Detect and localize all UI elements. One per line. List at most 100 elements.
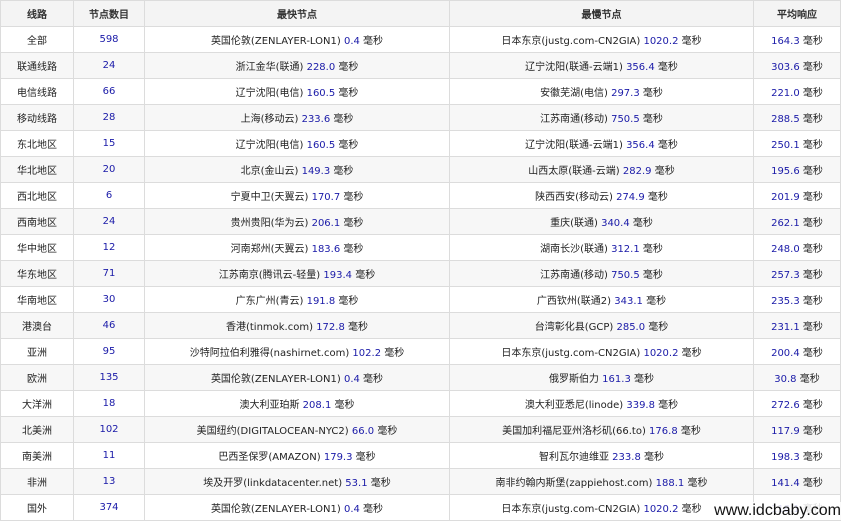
cell-fastest: 香港(tinmok.com) 172.8 毫秒 <box>144 312 450 339</box>
cell-slowest: 江苏南通(移动) 750.5 毫秒 <box>449 260 754 287</box>
slowest-node-ms: 188.1 <box>655 478 685 489</box>
cell-fastest: 埃及开罗(linkdatacenter.net) 53.1 毫秒 <box>144 468 450 495</box>
slowest-node-name: 辽宁沈阳(联通-云端1) <box>525 140 623 151</box>
cell-count: 6 <box>73 182 145 209</box>
cell-fastest: 英国伦敦(ZENLAYER-LON1) 0.4 毫秒 <box>144 26 450 53</box>
route-label: 北美洲 <box>22 426 52 437</box>
average-ms: 303.6 <box>771 62 800 73</box>
slowest-node-ms: 285.0 <box>616 322 646 333</box>
node-count: 66 <box>102 86 116 97</box>
node-count: 95 <box>102 346 116 357</box>
slowest-node-ms: 176.8 <box>649 426 678 437</box>
unit-label: 毫秒 <box>802 270 823 281</box>
slowest-node-name: 日本东京(justg.com-CN2GIA) <box>501 36 641 47</box>
slowest-node-name: 智利瓦尔迪维亚 <box>538 452 609 463</box>
node-count: 28 <box>102 112 116 123</box>
cell-route: 华南地区 <box>0 286 74 313</box>
table-row: 电信线路 66 辽宁沈阳(电信) 160.5 毫秒 安徽芜湖(电信) 297.3 毫秒… <box>0 78 841 105</box>
unit-label: 毫秒 <box>333 114 354 125</box>
header-fastest: 最快节点 <box>144 0 450 27</box>
slowest-node-ms: 1020.2 <box>643 348 679 359</box>
slowest-node-ms: 1020.2 <box>643 36 679 47</box>
cell-count: 135 <box>73 364 145 391</box>
unit-label: 毫秒 <box>647 192 668 203</box>
cell-route: 大洋洲 <box>0 390 74 417</box>
cell-slowest: 澳大利亚悉尼(linode) 339.8 毫秒 <box>449 390 754 417</box>
average-ms: 200.4 <box>771 348 800 359</box>
cell-count: 374 <box>73 494 145 521</box>
slowest-node-ms: 1020.2 <box>643 504 679 515</box>
unit-label: 毫秒 <box>802 114 823 125</box>
route-label: 港澳台 <box>22 322 52 333</box>
unit-label: 毫秒 <box>355 452 376 463</box>
cell-average: 272.6 毫秒 <box>753 390 841 417</box>
slowest-node-name: 日本东京(justg.com-CN2GIA) <box>501 348 641 359</box>
cell-slowest: 陕西西安(移动云) 274.9 毫秒 <box>449 182 754 209</box>
unit-label: 毫秒 <box>802 140 823 151</box>
table-row: 亚洲 95 沙特阿拉伯利雅得(nashirnet.com) 102.2 毫秒 日本东京… <box>0 338 841 365</box>
unit-label: 毫秒 <box>648 322 669 333</box>
table-row: 联通线路 24 浙江金华(联通) 228.0 毫秒 辽宁沈阳(联通-云端1) 356.… <box>0 52 841 79</box>
slowest-node-name: 辽宁沈阳(联通-云端1) <box>525 62 623 73</box>
cell-slowest: 南非约翰内斯堡(zappiehost.com) 188.1 毫秒 <box>449 468 754 495</box>
cell-slowest: 美国加利福尼亚州洛杉矶(66.to) 176.8 毫秒 <box>449 416 754 443</box>
cell-average: 303.6 毫秒 <box>753 52 841 79</box>
unit-label: 毫秒 <box>802 218 823 229</box>
unit-label: 毫秒 <box>799 374 820 385</box>
cell-route: 北美洲 <box>0 416 74 443</box>
table-row: 华中地区 12 河南郑州(天翼云) 183.6 毫秒 湖南长沙(联通) 312.1 毫… <box>0 234 841 261</box>
unit-label: 毫秒 <box>338 296 359 307</box>
unit-label: 毫秒 <box>802 296 823 307</box>
node-count: 598 <box>99 34 119 45</box>
cell-average: 248.0 毫秒 <box>753 234 841 261</box>
slowest-node-ms: 356.4 <box>626 140 655 151</box>
route-label: 电信线路 <box>17 88 57 99</box>
slowest-node-ms: 356.4 <box>626 62 655 73</box>
table-row: 华北地区 20 北京(金山云) 149.3 毫秒 山西太原(联通-云端) 282.9 … <box>0 156 841 183</box>
cell-count: 15 <box>73 130 145 157</box>
node-count: 135 <box>99 372 119 383</box>
unit-label: 毫秒 <box>644 452 664 463</box>
header-average: 平均响应 <box>753 0 841 27</box>
slowest-node-name: 重庆(联通) <box>550 218 598 229</box>
fastest-node-ms: 0.4 <box>343 36 360 47</box>
unit-label: 毫秒 <box>343 192 364 203</box>
fastest-node-name: 巴西圣保罗(AMAZON) <box>218 452 321 463</box>
slowest-node-name: 江苏南通(移动) <box>540 270 608 281</box>
average-ms: 30.8 <box>774 374 797 385</box>
cell-count: 24 <box>73 52 145 79</box>
table-row: 东北地区 15 辽宁沈阳(电信) 160.5 毫秒 辽宁沈阳(联通-云端1) 356.… <box>0 130 841 157</box>
fastest-node-name: 辽宁沈阳(电信) <box>235 88 304 99</box>
unit-label: 毫秒 <box>642 244 663 255</box>
cell-slowest: 山西太原(联通-云端) 282.9 毫秒 <box>449 156 754 183</box>
average-ms: 141.4 <box>771 478 800 489</box>
cell-fastest: 英国伦敦(ZENLAYER-LON1) 0.4 毫秒 <box>144 494 450 521</box>
table-row: 大洋洲 18 澳大利亚珀斯 208.1 毫秒 澳大利亚悉尼(linode) 339.8… <box>0 390 841 417</box>
average-ms: 288.5 <box>771 114 800 125</box>
route-label: 华南地区 <box>17 296 57 307</box>
unit-label: 毫秒 <box>363 374 384 385</box>
cell-route: 华北地区 <box>0 156 74 183</box>
unit-label: 毫秒 <box>657 62 678 73</box>
fastest-node-name: 香港(tinmok.com) <box>225 322 313 333</box>
slowest-node-name: 安徽芜湖(电信) <box>540 88 608 99</box>
fastest-node-name: 宁夏中卫(天翼云) <box>230 192 309 203</box>
unit-label: 毫秒 <box>681 348 702 359</box>
fastest-node-ms: 191.8 <box>306 296 336 307</box>
table-row: 西北地区 6 宁夏中卫(天翼云) 170.7 毫秒 陕西西安(移动云) 274.9 毫… <box>0 182 841 209</box>
cell-fastest: 美国纽约(DIGITALOCEAN-NYC2) 66.0 毫秒 <box>144 416 450 443</box>
cell-slowest: 广西钦州(联通2) 343.1 毫秒 <box>449 286 754 313</box>
node-count: 11 <box>102 450 116 461</box>
unit-label: 毫秒 <box>681 504 702 515</box>
unit-label: 毫秒 <box>642 114 663 125</box>
slowest-node-ms: 343.1 <box>614 296 643 307</box>
cell-fastest: 上海(移动云) 233.6 毫秒 <box>144 104 450 131</box>
cell-fastest: 巴西圣保罗(AMAZON) 179.3 毫秒 <box>144 442 450 469</box>
slowest-node-name: 广西钦州(联通2) <box>536 296 612 307</box>
route-label: 华中地区 <box>17 244 57 255</box>
unit-label: 毫秒 <box>642 88 663 99</box>
route-label: 联通线路 <box>17 62 57 73</box>
cell-slowest: 俄罗斯伯力 161.3 毫秒 <box>449 364 754 391</box>
unit-label: 毫秒 <box>802 452 823 463</box>
slowest-node-name: 陕西西安(移动云) <box>535 192 613 203</box>
